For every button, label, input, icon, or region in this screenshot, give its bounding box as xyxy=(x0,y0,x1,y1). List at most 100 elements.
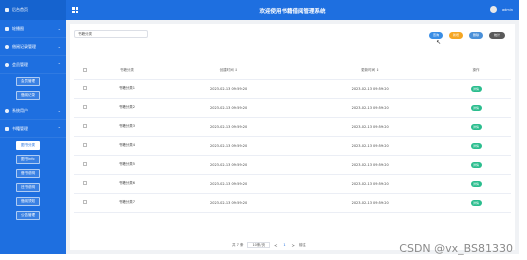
cell-updated: 2023-02-13 09:59:20 xyxy=(299,136,441,156)
detail-button[interactable]: 详情 xyxy=(470,142,482,149)
detail-button[interactable]: 详情 xyxy=(470,161,482,168)
sidebar-sub-label: 借阅须知 xyxy=(16,196,40,206)
sidebar: 后台首页 轮播图 ⌄ 借阅记录管理 ⌄ 会员管理 ⌃ 会员管理 借阅记录 系统用… xyxy=(0,0,66,254)
cell-created: 2023-02-13 09:59:20 xyxy=(157,193,300,213)
chevron-down-icon: ⌄ xyxy=(57,108,61,113)
cell-created: 2023-02-13 09:59:20 xyxy=(157,79,300,99)
cell-name: 书籍分类7 xyxy=(96,193,158,213)
page-title: 欢迎使用书籍借阅管理系统 xyxy=(259,9,326,15)
cell-name: 书籍分类6 xyxy=(96,174,158,194)
sidebar-item-carousel[interactable]: 轮播图 ⌄ xyxy=(0,20,66,38)
gear-icon xyxy=(5,44,9,49)
chevron-down-icon: ⌄ xyxy=(57,44,61,49)
user-icon xyxy=(5,108,9,113)
table-row: 书籍分类3 2023-02-13 09:59:20 2023-02-13 09:… xyxy=(74,117,511,137)
page-number[interactable]: 1 xyxy=(281,243,287,247)
cell-updated: 2023-02-13 09:59:20 xyxy=(299,79,441,99)
table-row: 书籍分类5 2023-02-13 09:59:20 2023-02-13 09:… xyxy=(74,155,511,175)
prev-page-button[interactable]: < xyxy=(274,243,277,248)
user-icon xyxy=(5,62,9,67)
row-checkbox[interactable] xyxy=(83,105,87,109)
cell-name: 书籍分类2 xyxy=(96,98,158,118)
cell-created: 2023-02-13 09:59:20 xyxy=(157,174,300,194)
sidebar-item-books[interactable]: 书籍管理 ⌃ xyxy=(0,120,66,138)
row-checkbox[interactable] xyxy=(83,86,87,90)
select-all-cell[interactable] xyxy=(74,62,96,80)
cell-created: 2023-02-13 09:59:20 xyxy=(157,155,300,175)
detail-button[interactable]: 详情 xyxy=(470,199,482,206)
cell-updated: 2023-02-13 09:59:20 xyxy=(299,117,441,137)
search-button[interactable]: 查询 xyxy=(429,32,443,39)
table-row: 书籍分类2 2023-02-13 09:59:20 2023-02-13 09:… xyxy=(74,98,511,118)
top-header: 欢迎使用书籍借阅管理系统 admin xyxy=(66,0,519,20)
delete-button[interactable]: 删除 xyxy=(469,32,483,39)
row-checkbox[interactable] xyxy=(83,200,87,204)
sidebar-sub-label: 借书说明 xyxy=(16,168,40,178)
sidebar-sub-announcement[interactable]: 公告管理 xyxy=(0,208,66,222)
page-size-select[interactable]: 10条/页 xyxy=(247,242,271,248)
content-panel: 书籍分类 查询 新增 删除 统计 ↖ 书籍分类 创建时间 ↕ 更新时间 ↕ 操作… xyxy=(70,24,515,250)
watermark: CSDN @vx_BS81330 xyxy=(399,242,513,255)
main-area: 书籍分类 查询 新增 删除 统计 ↖ 书籍分类 创建时间 ↕ 更新时间 ↕ 操作… xyxy=(66,20,519,254)
user-name[interactable]: admin xyxy=(502,8,513,12)
table-row: 书籍分类1 2023-02-13 09:59:20 2023-02-13 09:… xyxy=(74,79,511,99)
chevron-up-icon: ⌃ xyxy=(57,126,61,131)
detail-button[interactable]: 详情 xyxy=(470,123,482,130)
select-all-checkbox[interactable] xyxy=(83,67,87,72)
cell-name: 书籍分类1 xyxy=(96,79,158,99)
goto-label: 前往 xyxy=(298,242,306,247)
sidebar-home[interactable]: 后台首页 xyxy=(0,0,66,20)
col-header[interactable]: 更新时间 ↕ xyxy=(299,62,441,80)
sidebar-sub-label: 图书info xyxy=(16,154,40,164)
cell-updated: 2023-02-13 09:59:20 xyxy=(299,193,441,213)
home-icon xyxy=(5,8,9,12)
sidebar-item-label: 借阅记录管理 xyxy=(12,43,36,49)
cursor-icon: ↖ xyxy=(436,39,442,46)
cell-name: 书籍分类5 xyxy=(96,155,158,175)
row-checkbox[interactable] xyxy=(83,162,87,166)
sidebar-sub-label: 图书分类 xyxy=(16,140,40,150)
row-checkbox[interactable] xyxy=(83,181,87,185)
sidebar-sub-book-category[interactable]: 图书分类 xyxy=(0,138,66,152)
cell-name: 书籍分类3 xyxy=(96,117,158,137)
sidebar-item-members[interactable]: 会员管理 ⌃ xyxy=(0,56,66,74)
sidebar-item-label: 会员管理 xyxy=(12,61,28,67)
col-header[interactable]: 创建时间 ↕ xyxy=(157,62,300,80)
detail-button[interactable]: 详情 xyxy=(470,180,482,187)
sidebar-home-label: 后台首页 xyxy=(12,7,28,12)
stat-button[interactable]: 统计 xyxy=(489,32,505,39)
pagination-total: 共 7 条 xyxy=(232,242,244,247)
sidebar-item-borrow-records[interactable]: 借阅记录管理 ⌄ xyxy=(0,38,66,56)
col-header: 书籍分类 xyxy=(96,62,158,80)
cell-created: 2023-02-13 09:59:20 xyxy=(157,98,300,118)
row-checkbox[interactable] xyxy=(83,143,87,147)
sidebar-sub-notice[interactable]: 借阅须知 xyxy=(0,194,66,208)
sidebar-sub-member-manage[interactable]: 会员管理 xyxy=(0,74,66,88)
detail-button[interactable]: 详情 xyxy=(470,104,482,111)
chevron-up-icon: ⌃ xyxy=(57,62,61,67)
sidebar-sub-borrow-log[interactable]: 借阅记录 xyxy=(0,88,66,102)
sidebar-sub-label: 还书说明 xyxy=(16,182,40,192)
table-row: 书籍分类7 2023-02-13 09:59:20 2023-02-13 09:… xyxy=(74,193,511,213)
sidebar-item-system-users[interactable]: 系统用户 ⌄ xyxy=(0,102,66,120)
add-button[interactable]: 新增 xyxy=(449,32,463,39)
detail-button[interactable]: 详情 xyxy=(470,85,482,92)
sidebar-sub-return-guide[interactable]: 还书说明 xyxy=(0,180,66,194)
table-header-row: 书籍分类 创建时间 ↕ 更新时间 ↕ 操作 xyxy=(74,62,511,80)
row-checkbox[interactable] xyxy=(83,124,87,128)
search-input[interactable]: 书籍分类 xyxy=(74,30,148,38)
sidebar-sub-book-info[interactable]: 图书info xyxy=(0,152,66,166)
chevron-down-icon: ⌄ xyxy=(57,26,61,31)
cell-created: 2023-02-13 09:59:20 xyxy=(157,136,300,156)
col-header: 操作 xyxy=(441,62,511,80)
next-page-button[interactable]: > xyxy=(291,243,294,248)
cell-updated: 2023-02-13 09:59:20 xyxy=(299,174,441,194)
sidebar-sub-label: 会员管理 xyxy=(16,76,40,86)
avatar[interactable] xyxy=(490,6,497,13)
pagination: 共 7 条 10条/页 < 1 > 前往 xyxy=(232,242,306,248)
sidebar-item-label: 书籍管理 xyxy=(12,125,28,131)
sidebar-item-label: 系统用户 xyxy=(12,107,28,113)
image-icon xyxy=(5,26,9,31)
cell-name: 书籍分类4 xyxy=(96,136,158,156)
sidebar-sub-borrow-guide[interactable]: 借书说明 xyxy=(0,166,66,180)
